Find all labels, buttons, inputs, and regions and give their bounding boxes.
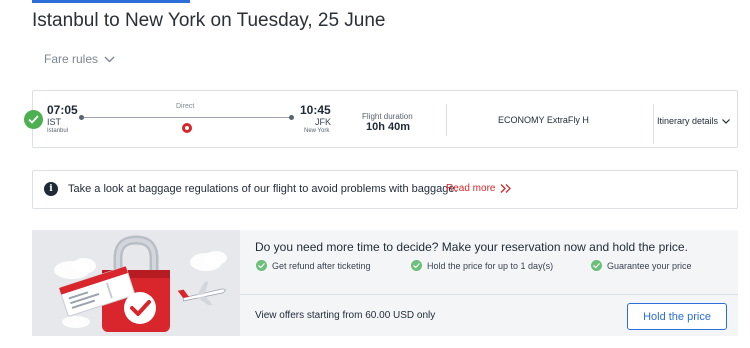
card-divider [446, 104, 447, 136]
itinerary-details-toggle[interactable]: Itinerary details [657, 116, 730, 126]
info-icon: i [44, 182, 58, 196]
chevron-down-icon [104, 56, 115, 62]
double-chevron-right-icon [501, 184, 512, 193]
turkish-airlines-logo-icon [182, 123, 192, 133]
flight-duration-value: 10h 40m [366, 121, 411, 133]
cabin-class: ECONOMY ExtraFly H [498, 115, 589, 125]
departure-time: 07:05 [47, 103, 78, 117]
itinerary-details-label: Itinerary details [657, 116, 719, 126]
check-circle-icon [411, 260, 422, 271]
hold-the-price-button[interactable]: Hold the price [627, 303, 727, 330]
benefit-item: Hold the price for up to 1 day(s) [411, 260, 553, 271]
departure-airport-code: IST [47, 117, 62, 127]
card-divider [653, 104, 654, 144]
padlock-ticket-plane-illustration [54, 235, 227, 332]
route-line [81, 117, 291, 118]
benefit-label: Guarantee your price [607, 260, 692, 271]
route-origin-dot [79, 115, 84, 120]
top-accent-bar [32, 0, 190, 3]
read-more-link[interactable]: Read more [446, 183, 512, 194]
arrival-city: New York [304, 128, 330, 134]
fare-rules-toggle[interactable]: Fare rules [44, 52, 115, 66]
route-destination-dot [289, 115, 294, 120]
fare-rules-label: Fare rules [44, 52, 99, 66]
flight-duration-label: Flight duration [362, 112, 413, 121]
baggage-notice-text: Take a look at baggage regulations of ou… [68, 183, 458, 195]
benefit-item: Get refund after ticketing [256, 260, 371, 271]
check-circle-icon [591, 260, 602, 271]
check-circle-icon [256, 260, 267, 271]
hold-price-title: Do you need more time to decide? Make yo… [255, 240, 688, 254]
departure-city: Istanbul [47, 128, 69, 134]
stops-label: Direct [176, 103, 195, 110]
page-title: Istanbul to New York on Tuesday, 25 June [32, 10, 386, 31]
hold-price-illustration [32, 230, 240, 336]
arrival-time: 10:45 [300, 103, 331, 117]
read-more-label: Read more [446, 183, 496, 194]
chevron-down-icon [722, 118, 730, 124]
selected-check-icon [24, 110, 43, 129]
offers-starting-price: View offers starting from 60.00 USD only [255, 310, 436, 321]
benefit-label: Hold the price for up to 1 day(s) [427, 260, 554, 271]
hold-panel-divider [240, 294, 738, 295]
arrival-airport-code: JFK [315, 117, 332, 127]
benefit-item: Guarantee your price [591, 260, 692, 271]
benefit-label: Get refund after ticketing [272, 260, 371, 271]
